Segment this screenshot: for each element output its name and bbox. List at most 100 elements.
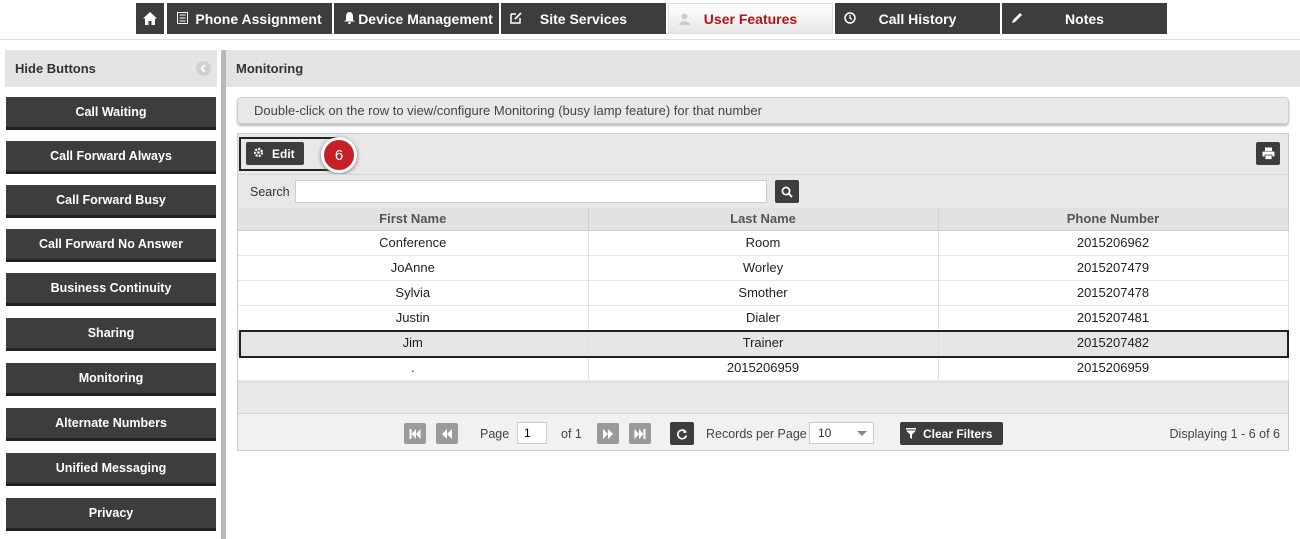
sidebar-item-label: Call Forward Busy	[56, 193, 166, 207]
edit-button-label: Edit	[272, 146, 295, 161]
info-message: Double-click on the row to view/configur…	[237, 97, 1289, 124]
sidebar-item-label: Monitoring	[78, 371, 144, 385]
search-bar: Search	[238, 174, 1288, 208]
cell-last-name: Smother	[588, 280, 939, 306]
step-number-badge: 6	[321, 137, 357, 173]
sidebar-item-label: Privacy	[88, 506, 134, 520]
clear-filters-label: Clear Filters	[923, 426, 993, 441]
monitoring-table: First Name Last Name Phone Number Confer…	[238, 208, 1289, 381]
cell-first-name: JoAnne	[238, 255, 589, 281]
records-count: Displaying 1 - 6 of 6	[1169, 427, 1280, 441]
cell-first-name: Justin	[238, 305, 589, 331]
sidebar-item-alternate-numbers[interactable]: Alternate Numbers	[6, 408, 216, 441]
cell-phone-number: 2015206959	[938, 355, 1289, 381]
clear-filters-button[interactable]: Clear Filters	[900, 422, 1003, 445]
refresh-icon	[676, 428, 688, 440]
sidebar-item-label: Sharing	[87, 326, 135, 340]
fast-forward-icon	[602, 428, 614, 439]
column-header-first-name[interactable]: First Name	[238, 208, 589, 231]
records-per-page-label: Records per Page	[706, 427, 807, 441]
sidebar-item-privacy[interactable]: Privacy	[6, 498, 216, 531]
sidebar-item-call-waiting[interactable]: Call Waiting	[6, 97, 216, 130]
records-per-page-select[interactable]: 10	[809, 422, 874, 444]
info-message-text: Double-click on the row to view/configur…	[254, 103, 762, 118]
search-input[interactable]	[295, 180, 767, 203]
tab-home[interactable]	[136, 3, 164, 34]
cell-phone-number: 2015207478	[938, 280, 1289, 306]
cell-last-name: Dialer	[588, 305, 939, 331]
cell-last-name: 2015206959	[588, 355, 939, 381]
column-header-last-name[interactable]: Last Name	[588, 208, 939, 231]
tab-device-management[interactable]: Device Management	[334, 3, 499, 34]
tab-call-history[interactable]: Call History	[835, 3, 1000, 34]
sidebar-item-call-forward-always[interactable]: Call Forward Always	[6, 141, 216, 174]
sidebar-item-sharing[interactable]: Sharing	[6, 318, 216, 351]
cell-last-name: Worley	[588, 255, 939, 281]
sidebar: Hide Buttons Call Waiting Call Forward A…	[0, 50, 222, 539]
table-row[interactable]: Sylvia Smother 2015207478	[238, 280, 1289, 306]
chevron-down-icon	[857, 431, 867, 436]
sidebar-item-monitoring[interactable]: Monitoring	[6, 363, 216, 396]
table-row[interactable]: Justin Dialer 2015207481	[238, 305, 1289, 331]
tab-site-services[interactable]: Site Services	[501, 3, 666, 34]
search-label: Search	[250, 185, 290, 199]
collapse-sidebar-button[interactable]	[196, 61, 211, 76]
tab-label: Call History	[878, 10, 957, 27]
sidebar-splitter[interactable]	[221, 50, 226, 539]
table-row[interactable]: . 2015206959 2015206959	[238, 355, 1289, 381]
monitoring-grid: Edit 6 Search First Name Last Name Phone…	[237, 133, 1289, 451]
last-page-button[interactable]	[629, 423, 651, 444]
home-icon	[143, 12, 157, 25]
sidebar-item-unified-messaging[interactable]: Unified Messaging	[6, 453, 216, 486]
table-header-row: First Name Last Name Phone Number	[238, 208, 1289, 231]
first-page-icon	[409, 428, 421, 439]
sidebar-header: Hide Buttons	[5, 50, 217, 87]
page-title-text: Monitoring	[236, 61, 304, 76]
tab-notes[interactable]: Notes	[1002, 3, 1167, 34]
page-count-label: of 1	[561, 427, 582, 441]
refresh-button[interactable]	[670, 422, 694, 445]
rewind-icon	[441, 428, 453, 439]
cell-phone-number: 2015206962	[938, 230, 1289, 256]
pencil-icon	[1010, 11, 1024, 25]
previous-page-button[interactable]	[436, 423, 458, 444]
pagination-bar: Page of 1 Records per Page 10 Clear Filt…	[238, 413, 1288, 450]
sidebar-item-call-forward-no-answer[interactable]: Call Forward No Answer	[6, 229, 216, 262]
tab-user-features[interactable]: User Features	[668, 3, 833, 34]
first-page-button[interactable]	[404, 423, 426, 444]
cell-first-name: Conference	[238, 230, 589, 256]
page-number-input[interactable]	[517, 422, 547, 444]
user-icon	[677, 12, 691, 26]
search-button[interactable]	[775, 180, 799, 203]
page-label: Page	[480, 427, 510, 441]
grid-toolbar: Edit 6	[238, 134, 1288, 174]
print-button[interactable]	[1256, 142, 1280, 165]
sidebar-item-label: Call Forward No Answer	[38, 237, 183, 251]
column-header-phone-number[interactable]: Phone Number	[938, 208, 1289, 231]
grid-empty-area	[238, 382, 1288, 412]
edit-icon	[509, 11, 523, 25]
table-row[interactable]: JoAnne Worley 2015207479	[238, 255, 1289, 281]
cell-phone-number: 2015207481	[938, 305, 1289, 331]
sidebar-item-business-continuity[interactable]: Business Continuity	[6, 273, 216, 306]
page-title: Monitoring	[226, 50, 1300, 87]
cell-first-name: Jim	[238, 330, 589, 356]
sidebar-item-label: Call Forward Always	[50, 149, 172, 163]
printer-icon	[1262, 147, 1275, 160]
cell-first-name: Sylvia	[238, 280, 589, 306]
gear-icon	[253, 147, 264, 161]
sidebar-title: Hide Buttons	[15, 61, 96, 76]
tab-phone-assignment[interactable]: Phone Assignment	[167, 3, 332, 34]
edit-button[interactable]: Edit	[246, 142, 304, 165]
table-row-selected[interactable]: Jim Trainer 2015207482	[238, 330, 1289, 356]
next-page-button[interactable]	[597, 423, 619, 444]
clock-icon	[843, 11, 857, 25]
bell-icon	[342, 11, 356, 25]
tab-label: Site Services	[539, 10, 628, 27]
sidebar-item-label: Unified Messaging	[55, 461, 167, 475]
tab-label: Notes	[1065, 10, 1104, 27]
table-row[interactable]: Conference Room 2015206962	[238, 230, 1289, 256]
sidebar-item-call-forward-busy[interactable]: Call Forward Busy	[6, 185, 216, 218]
sidebar-item-label: Business Continuity	[50, 281, 172, 295]
top-navigation: Phone Assignment Device Management Site …	[0, 0, 1300, 40]
